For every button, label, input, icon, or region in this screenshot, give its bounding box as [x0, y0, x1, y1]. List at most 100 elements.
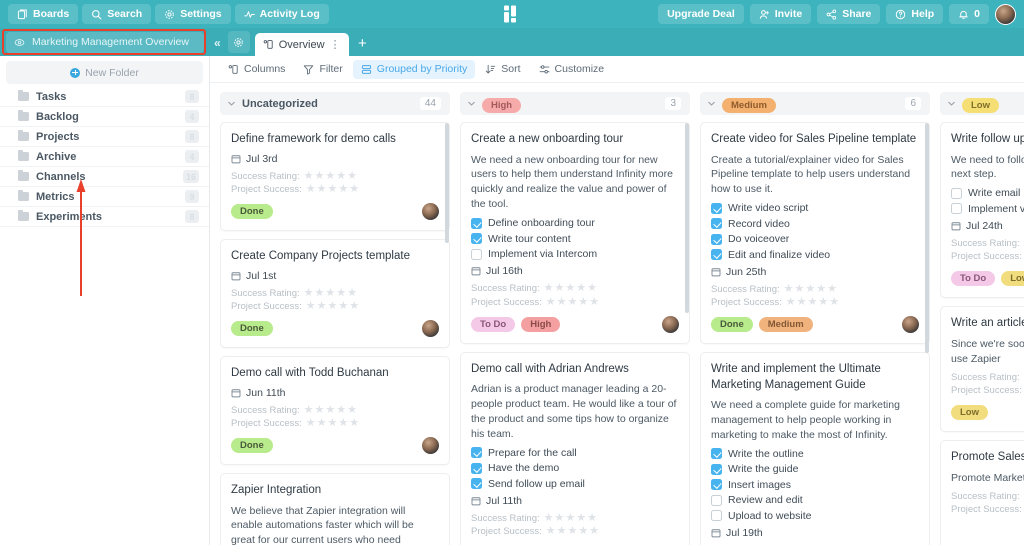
task-card[interactable]: Create video for Sales Pipeline template…	[700, 122, 930, 345]
checkbox-icon[interactable]	[471, 248, 482, 260]
card-tag[interactable]: Done	[231, 321, 273, 337]
task-card[interactable]: Create Company Projects template Jul 1st S…	[220, 239, 450, 349]
view-toolbar-grouped-by-priority[interactable]: Grouped by Priority	[352, 59, 476, 79]
star-rating[interactable]: ★ ★ ★ ★ ★	[784, 283, 837, 295]
card-tag[interactable]: High	[521, 316, 561, 332]
card-tag[interactable]: Done	[231, 438, 273, 454]
checklist-item[interactable]: Implement via Intercom	[471, 248, 679, 260]
nav-boards-button[interactable]: Boards	[8, 4, 79, 24]
star-rating[interactable]: ★ ★ ★ ★ ★	[304, 287, 357, 299]
checkbox-icon[interactable]	[711, 202, 722, 214]
nav-activity-log-button[interactable]: Activity Log	[234, 4, 329, 24]
task-card[interactable]: Zapier Integration We believe that Zapier…	[220, 473, 450, 545]
task-card[interactable]: Write follow up We need to follow over th…	[940, 122, 1024, 299]
card-tag[interactable]: Medium	[758, 317, 813, 333]
user-avatar[interactable]	[995, 3, 1016, 25]
task-card[interactable]: Create a new onboarding tour We need a ne…	[460, 122, 690, 344]
view-toolbar-columns[interactable]: Columns	[220, 60, 293, 79]
checkbox-icon[interactable]	[471, 462, 482, 474]
share-button[interactable]: Share	[817, 4, 881, 24]
card-tag[interactable]: Low	[1001, 271, 1024, 287]
nav-search-button[interactable]: Search	[82, 4, 152, 24]
column-card-list[interactable]: Write follow up We need to follow over th…	[940, 122, 1024, 545]
column-card-list[interactable]: Define framework for demo calls Jul 3rd Su…	[220, 122, 450, 545]
checkbox-icon[interactable]	[711, 494, 722, 506]
card-date[interactable]: Jul 1st	[231, 270, 439, 282]
star-rating[interactable]: ★ ★ ★ ★ ★	[306, 184, 359, 195]
card-date[interactable]: Jun 11th	[231, 387, 439, 399]
card-assignee-avatar[interactable]	[422, 203, 439, 221]
sidebar-folder-projects[interactable]: Projects 8	[0, 127, 209, 147]
star-rating[interactable]: ★ ★ ★ ★ ★	[546, 296, 599, 308]
board-settings-button[interactable]	[227, 31, 250, 53]
checklist-item[interactable]: Do voiceover	[711, 233, 919, 245]
card-date[interactable]: Jul 24th	[951, 220, 1024, 232]
task-card[interactable]: Demo call with Todd Buchanan Jun 11th Succ…	[220, 356, 450, 466]
star-rating[interactable]: ★ ★ ★ ★ ★	[546, 526, 599, 537]
checklist-item[interactable]: Send follow up email	[471, 478, 679, 490]
sidebar-folder-tasks[interactable]: Tasks 8	[0, 87, 209, 107]
column-header[interactable]: High 3	[460, 92, 690, 115]
checklist-item[interactable]: Write the outline	[711, 448, 919, 460]
column-scrollbar[interactable]	[925, 123, 929, 353]
help-button[interactable]: Help	[886, 4, 944, 24]
checkbox-icon[interactable]	[711, 218, 722, 230]
view-toolbar-customize[interactable]: Customize	[531, 60, 613, 79]
new-folder-button[interactable]: New Folder	[6, 61, 203, 84]
checklist-item[interactable]: Edit and finalize video	[711, 249, 919, 261]
card-assignee-avatar[interactable]	[902, 316, 919, 334]
star-rating[interactable]: ★ ★ ★ ★ ★	[304, 404, 357, 416]
card-date[interactable]: Jul 11th	[471, 495, 679, 507]
column-card-list[interactable]: Create a new onboarding tour We need a ne…	[460, 122, 690, 545]
task-card[interactable]: Write an article integration Since we're …	[940, 306, 1024, 433]
column-header[interactable]: Uncategorized 44	[220, 92, 450, 115]
column-scrollbar[interactable]	[685, 123, 689, 313]
nav-settings-button[interactable]: Settings	[155, 4, 231, 24]
card-tag[interactable]: Low	[951, 405, 988, 421]
card-date[interactable]: Jul 3rd	[231, 153, 439, 165]
card-date[interactable]: Jul 16th	[471, 265, 679, 277]
checkbox-icon[interactable]	[471, 233, 482, 245]
column-header[interactable]: Low	[940, 92, 1024, 115]
chevron-down-icon[interactable]	[226, 98, 237, 109]
checklist-item[interactable]: Write tour content	[471, 233, 679, 245]
tab-overview[interactable]: Overview ⋮	[254, 33, 350, 56]
checklist-item[interactable]: Insert images	[711, 479, 919, 491]
checkbox-icon[interactable]	[951, 203, 962, 215]
sidebar-folder-archive[interactable]: Archive 4	[0, 147, 209, 167]
card-tag[interactable]: Done	[231, 204, 273, 220]
sidebar-folder-experiments[interactable]: Experiments 8	[0, 207, 209, 227]
star-rating[interactable]: ★ ★ ★ ★ ★	[786, 297, 839, 308]
checkbox-icon[interactable]	[951, 187, 962, 199]
checklist-item[interactable]: Write video script	[711, 202, 919, 214]
star-rating[interactable]: ★ ★ ★ ★ ★	[304, 170, 357, 182]
chevron-down-icon[interactable]	[466, 98, 477, 109]
star-rating[interactable]: ★ ★ ★ ★ ★	[544, 283, 597, 294]
checkbox-icon[interactable]	[711, 249, 722, 261]
chevron-down-icon[interactable]	[946, 98, 957, 109]
notifications-button[interactable]: 0	[949, 4, 989, 24]
checklist-item[interactable]: Define onboarding tour	[471, 217, 679, 229]
checklist-item[interactable]: Write email	[951, 187, 1024, 199]
sidebar-folder-channels[interactable]: Channels 16	[0, 167, 209, 187]
checklist-item[interactable]: Record video	[711, 218, 919, 230]
column-card-list[interactable]: Create video for Sales Pipeline template…	[700, 122, 930, 545]
card-assignee-avatar[interactable]	[422, 437, 439, 455]
task-card[interactable]: Demo call with Adrian Andrews Adrian is a…	[460, 351, 690, 545]
task-card[interactable]: Promote Sales media Promote Marketin medi…	[940, 440, 1024, 545]
card-assignee-avatar[interactable]	[662, 315, 679, 333]
checklist-item[interactable]: Upload to website	[711, 510, 919, 522]
star-rating[interactable]: ★ ★ ★ ★ ★	[306, 301, 359, 312]
tab-menu-icon[interactable]: ⋮	[330, 39, 342, 50]
checkbox-icon[interactable]	[711, 463, 722, 475]
checkbox-icon[interactable]	[711, 233, 722, 245]
view-toolbar-sort[interactable]: Sort	[477, 60, 528, 79]
checkbox-icon[interactable]	[711, 448, 722, 460]
column-scrollbar[interactable]	[445, 123, 449, 243]
sidebar-folder-metrics[interactable]: Metrics 9	[0, 187, 209, 207]
card-tag[interactable]: Done	[711, 317, 753, 333]
view-toolbar-filter[interactable]: Filter	[295, 60, 350, 79]
checkbox-icon[interactable]	[471, 478, 482, 490]
card-tag[interactable]: To Do	[471, 316, 516, 332]
checklist-item[interactable]: Prepare for the call	[471, 447, 679, 459]
